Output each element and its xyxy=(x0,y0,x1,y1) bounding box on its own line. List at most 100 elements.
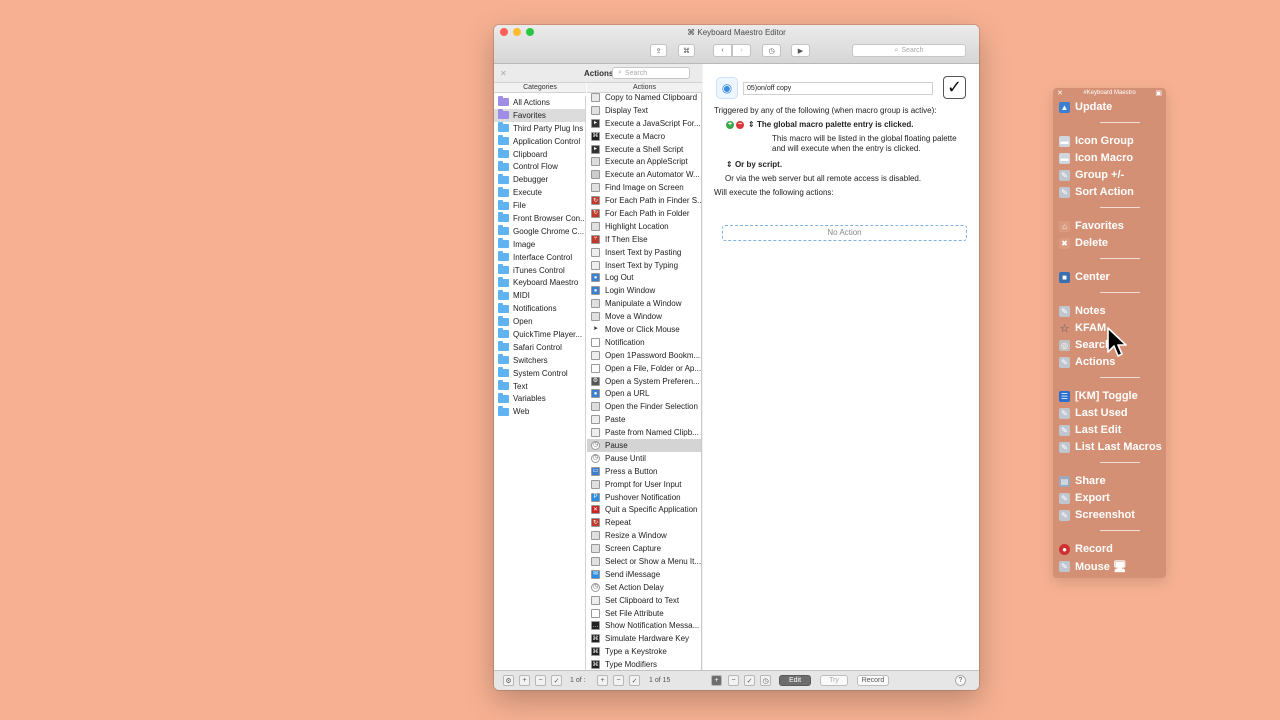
action-item[interactable]: ◷ Pause xyxy=(587,439,701,452)
action-item[interactable]: Set File Attribute xyxy=(587,607,701,620)
remove-trigger-button[interactable]: − xyxy=(736,121,744,129)
or-by-script-popup[interactable]: ⇕ Or by script. xyxy=(726,160,782,169)
macro-name-field[interactable]: 05)on/off copy xyxy=(743,82,933,95)
enable-action-list-button[interactable]: ✓ xyxy=(629,675,640,686)
edit-group-icon[interactable]: ▣ xyxy=(1155,89,1162,97)
actions-search-input[interactable]: ⌕ Search xyxy=(612,67,690,79)
record-button[interactable]: Record xyxy=(857,675,889,686)
palette-item[interactable]: ✎ Export xyxy=(1059,491,1110,505)
category-item[interactable]: Image xyxy=(494,238,585,251)
action-item[interactable]: Manipulate a Window xyxy=(587,297,701,310)
palette-item[interactable]: ☆ KFAM xyxy=(1059,321,1107,335)
action-item[interactable]: Insert Text by Pasting xyxy=(587,246,701,259)
macro-enabled-checkbox[interactable]: ✓ xyxy=(943,76,966,99)
action-item[interactable]: ⚙ Open a System Preferen... xyxy=(587,375,701,388)
palette-item[interactable]: ✎ Last Edit xyxy=(1059,423,1121,437)
category-item[interactable]: Application Control xyxy=(494,135,585,148)
trigger-title[interactable]: ⇕ The global macro palette entry is clic… xyxy=(748,120,913,129)
categories-column-header[interactable]: Categories xyxy=(494,83,586,93)
add-action-button[interactable]: + xyxy=(711,675,722,686)
share-button[interactable]: ⇪ xyxy=(650,44,667,57)
action-item[interactable]: ◷ Set Action Delay xyxy=(587,581,701,594)
macro-icon-well[interactable]: ◉ xyxy=(716,77,738,99)
palette-item[interactable]: ■ Center xyxy=(1059,270,1110,284)
action-item[interactable]: Find Image on Screen xyxy=(587,181,701,194)
enable-category-button[interactable]: ✓ xyxy=(551,675,562,686)
palette-item[interactable]: ✖ Delete xyxy=(1059,236,1108,250)
category-item[interactable]: All Actions xyxy=(494,96,585,109)
palette-item[interactable]: ✎ Sort Action xyxy=(1059,185,1134,199)
action-item[interactable]: Select or Show a Menu It... xyxy=(587,555,701,568)
action-item[interactable]: ⌘ Execute a Macro xyxy=(587,130,701,143)
palette-item[interactable]: ✎ Screenshot xyxy=(1059,508,1135,522)
palette-item[interactable]: ▬ Icon Macro xyxy=(1059,151,1133,165)
palette-item[interactable]: ✎ Last Used xyxy=(1059,406,1128,420)
category-item[interactable]: Variables xyxy=(494,392,585,405)
action-item[interactable]: • Notification xyxy=(587,336,701,349)
enable-action-button[interactable]: ✓ xyxy=(744,675,755,686)
action-item[interactable]: ⌘ Simulate Hardware Key xyxy=(587,632,701,645)
palette-item[interactable]: ✎ List Last Macros xyxy=(1059,440,1162,454)
action-item[interactable]: … Show Notification Messa... xyxy=(587,620,701,633)
action-item[interactable]: Highlight Location xyxy=(587,220,701,233)
no-action-dropzone[interactable]: No Action xyxy=(722,225,967,241)
action-item[interactable]: Screen Capture xyxy=(587,542,701,555)
category-item[interactable]: Third Party Plug Ins xyxy=(494,122,585,135)
category-item[interactable]: Execute xyxy=(494,186,585,199)
action-item[interactable]: ✉ Send iMessage xyxy=(587,568,701,581)
category-item[interactable]: Notifications xyxy=(494,302,585,315)
action-item[interactable]: ▸ Execute a Shell Script xyxy=(587,143,701,156)
palette-item[interactable]: ▬ Icon Group xyxy=(1059,134,1134,148)
window-search-input[interactable]: ⌕ Search xyxy=(852,44,966,57)
edit-button[interactable]: Edit xyxy=(779,675,811,686)
action-item[interactable]: Execute an Automator W... xyxy=(587,168,701,181)
action-item[interactable]: ➤ Move or Click Mouse xyxy=(587,323,701,336)
palette-item[interactable]: ✎ Notes xyxy=(1059,304,1106,318)
try-button[interactable]: Try xyxy=(820,675,848,686)
help-button[interactable]: ? xyxy=(955,675,966,686)
action-item[interactable]: Execute an AppleScript xyxy=(587,155,701,168)
action-item[interactable]: ▭ Press a Button xyxy=(587,465,701,478)
action-item[interactable]: ⌘ Type a Keystroke xyxy=(587,645,701,658)
palette-item[interactable]: ⌂ Favorites xyxy=(1059,219,1124,233)
category-item[interactable]: Keyboard Maestro xyxy=(494,276,585,289)
action-item[interactable]: Open 1Password Bookm... xyxy=(587,349,701,362)
palette-item[interactable]: ● Record xyxy=(1059,542,1113,556)
category-item[interactable]: Web xyxy=(494,405,585,418)
action-item[interactable]: ◷ Pause Until xyxy=(587,452,701,465)
add-trigger-button[interactable]: + xyxy=(726,121,734,129)
action-item[interactable]: Resize a Window xyxy=(587,529,701,542)
back-button[interactable]: ‹ xyxy=(713,44,732,57)
category-item[interactable]: Debugger xyxy=(494,173,585,186)
action-item[interactable]: Paste from Named Clipb... xyxy=(587,426,701,439)
action-item[interactable]: Prompt for User Input xyxy=(587,478,701,491)
action-item[interactable]: ↻ For Each Path in Folder xyxy=(587,207,701,220)
action-item[interactable]: ● Login Window xyxy=(587,284,701,297)
close-icon[interactable]: ✕ xyxy=(500,69,507,78)
recent-button[interactable]: ◷ xyxy=(762,44,781,57)
palette-item[interactable]: ◎ Search xyxy=(1059,338,1112,352)
category-item[interactable]: QuickTime Player... xyxy=(494,328,585,341)
palette-item[interactable]: ✎ Mouse 🖥 xyxy=(1059,559,1127,573)
action-item[interactable]: Copy to Named Clipboard xyxy=(587,91,701,104)
action-item[interactable]: Open the Finder Selection xyxy=(587,400,701,413)
clock-button[interactable]: ◷ xyxy=(760,675,771,686)
palette-item[interactable]: ☰ [KM] Toggle xyxy=(1059,389,1138,403)
run-button[interactable]: ▶ xyxy=(791,44,810,57)
remove-category-button[interactable]: − xyxy=(535,675,546,686)
category-item[interactable]: Clipboard xyxy=(494,148,585,161)
action-item[interactable]: ↻ Repeat xyxy=(587,516,701,529)
gear-button[interactable]: ⚙ xyxy=(503,675,514,686)
category-item[interactable]: Google Chrome C... xyxy=(494,225,585,238)
category-item[interactable]: Interface Control xyxy=(494,251,585,264)
category-item[interactable]: Control Flow xyxy=(494,160,585,173)
category-item[interactable]: iTunes Control xyxy=(494,264,585,277)
category-item[interactable]: File xyxy=(494,199,585,212)
remove-action-list-button[interactable]: − xyxy=(613,675,624,686)
category-item[interactable]: MIDI xyxy=(494,289,585,302)
category-item[interactable]: System Control xyxy=(494,367,585,380)
palette-item[interactable]: ▲ Update xyxy=(1059,100,1112,114)
action-item[interactable]: ● Open a URL xyxy=(587,387,701,400)
action-item[interactable]: ● Log Out xyxy=(587,271,701,284)
category-item[interactable]: Front Browser Con... xyxy=(494,212,585,225)
